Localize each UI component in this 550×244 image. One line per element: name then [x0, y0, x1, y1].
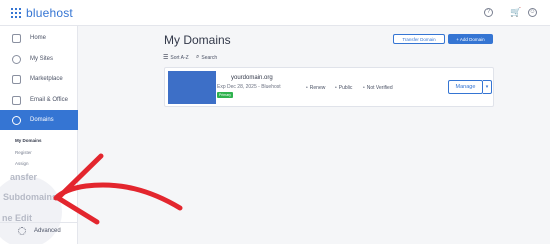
arrow-shaft	[53, 182, 183, 211]
annotation-arrow	[53, 153, 183, 225]
